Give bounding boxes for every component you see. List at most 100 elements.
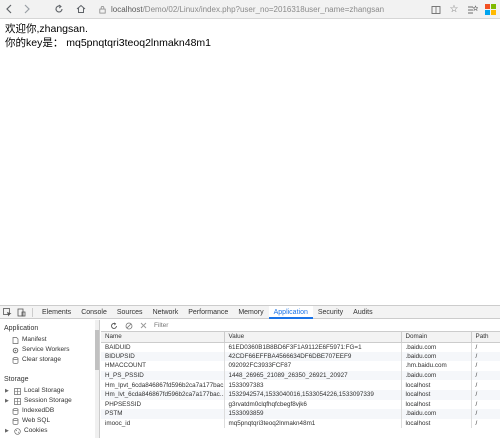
- database-icon: [12, 417, 19, 425]
- sidebar-item-label: IndexedDB: [22, 407, 55, 414]
- tab-memory[interactable]: Memory: [233, 306, 268, 319]
- cookies-panel: Name Value Domain Path BAIDUID 61ED0360B…: [101, 320, 500, 438]
- tab-sources[interactable]: Sources: [112, 306, 148, 319]
- database-icon: [12, 407, 19, 415]
- cookie-domain: .baidu.com: [401, 342, 472, 352]
- key-text: 你的key是： mq5pnqtqri3teoq2lnmakn48m1: [5, 37, 212, 49]
- expand-arrow-icon[interactable]: ▶: [5, 426, 11, 436]
- cookie-path: /: [471, 409, 500, 419]
- clear-icon[interactable]: [124, 321, 133, 330]
- cookie-path: /: [471, 380, 500, 390]
- table-row[interactable]: BIDUPSID 42CDF66EFFBA4566634DF6DBE707EEF…: [101, 351, 500, 362]
- lock-icon: [99, 6, 106, 14]
- table-row[interactable]: PSTM 1533093859 .baidu.com /: [101, 409, 500, 419]
- star-icon[interactable]: ☆: [448, 4, 460, 16]
- cookie-path: /: [471, 389, 500, 400]
- sidebar-item-clear-storage[interactable]: Clear storage: [0, 355, 99, 365]
- inspect-element-icon[interactable]: [0, 306, 14, 319]
- cookie-name: H_PS_PSSID: [101, 370, 225, 381]
- favorites-icon[interactable]: [466, 4, 478, 16]
- sidebar-heading-application: Application: [4, 325, 39, 332]
- cookie-value: 092092FC3933FCF87: [224, 361, 402, 371]
- tab-network[interactable]: Network: [148, 306, 184, 319]
- cookie-path: /: [471, 342, 500, 352]
- forward-icon[interactable]: [18, 0, 36, 19]
- cookie-domain: localhost: [401, 399, 472, 410]
- sidebar-item-label: Local Storage: [24, 387, 65, 394]
- sidebar-item-session-storage[interactable]: ▶ Session Storage: [0, 396, 99, 406]
- device-toolbar-icon[interactable]: [14, 306, 28, 319]
- cookie-value: 1448_26965_21089_26350_26921_20927: [224, 370, 402, 381]
- cookie-value: mq5pnqtqri3teoq2lnmakn48m1: [224, 418, 402, 429]
- expand-arrow-icon[interactable]: ▶: [5, 386, 11, 396]
- home-icon[interactable]: [72, 0, 90, 19]
- sidebar-item-indexeddb[interactable]: IndexedDB: [0, 406, 99, 416]
- address-bar[interactable]: localhost/Demo/02/Linux/index.php?user_n…: [98, 2, 388, 17]
- url-path: /Demo/02/Linux/index.php?user_no=2016318…: [142, 5, 385, 14]
- reload-icon[interactable]: [50, 0, 68, 19]
- delete-icon[interactable]: [139, 321, 148, 330]
- cookie-domain: .baidu.com: [401, 409, 472, 419]
- table-row[interactable]: H_PS_PSSID 1448_26965_21089_26350_26921_…: [101, 370, 500, 381]
- application-sidebar: Application Manifest Service Workers Cle…: [0, 320, 100, 438]
- cookie-domain: localhost: [401, 418, 472, 429]
- sidebar-item-local-storage[interactable]: ▶ Local Storage: [0, 386, 99, 396]
- grid-icon: [14, 397, 21, 405]
- toolbar-actions: ☆: [430, 1, 496, 18]
- grid-icon: [14, 387, 21, 395]
- tab-console[interactable]: Console: [76, 306, 112, 319]
- cookie-value: 1533097383: [224, 380, 402, 390]
- sidebar-item-web-sql[interactable]: Web SQL: [0, 416, 99, 426]
- table-row[interactable]: Hm_lvt_6cda846867fd596b2ca7a177bac... 15…: [101, 389, 500, 400]
- sidebar-item-label: Web SQL: [22, 417, 51, 424]
- sidebar-item-label: Service Workers: [22, 346, 70, 353]
- table-row[interactable]: imooc_id mq5pnqtqri3teoq2lnmakn48m1 loca…: [101, 418, 500, 429]
- tab-application[interactable]: Application: [268, 305, 313, 319]
- expand-arrow-icon[interactable]: ▶: [5, 396, 11, 406]
- tab-elements[interactable]: Elements: [37, 306, 76, 319]
- table-row[interactable]: BAIDUID 61ED0360B1B8BD6F3F1A9112E6F5971:…: [101, 342, 500, 352]
- cookie-name: BAIDUID: [101, 342, 225, 352]
- file-icon: [12, 336, 19, 344]
- table-row[interactable]: Hm_lpvt_6cda846867fd596b2ca7a177bac... 1…: [101, 380, 500, 390]
- scrollbar-thumb[interactable]: [95, 330, 99, 370]
- sidebar-item-cookies[interactable]: ▶ Cookies: [0, 426, 99, 436]
- table-header-row: Name Value Domain Path: [101, 332, 500, 343]
- cookie-name: HMACCOUNT: [101, 361, 225, 371]
- back-icon[interactable]: [0, 0, 18, 19]
- column-header-name[interactable]: Name: [101, 332, 225, 343]
- tab-performance[interactable]: Performance: [183, 306, 233, 319]
- gear-icon: [12, 347, 19, 353]
- sidebar-scrollbar[interactable]: [95, 320, 99, 438]
- sidebar-heading-storage: Storage: [4, 376, 29, 383]
- cookies-table: Name Value Domain Path BAIDUID 61ED0360B…: [101, 332, 500, 429]
- toolbar-divider: [32, 307, 33, 317]
- sidebar-item-manifest[interactable]: Manifest: [0, 335, 99, 345]
- column-header-path[interactable]: Path: [471, 332, 500, 343]
- table-row[interactable]: PHPSESSID g3rvatdm0clqfhqfcbegf8vjk6 loc…: [101, 399, 500, 410]
- devtools-panel: Elements Console Sources Network Perform…: [0, 305, 500, 438]
- column-header-value[interactable]: Value: [224, 332, 402, 343]
- cookie-path: /: [471, 351, 500, 362]
- browser-toolbar: localhost/Demo/02/Linux/index.php?user_n…: [0, 0, 500, 19]
- cookie-value: 1532942574,1533040016,1533054226,1533097…: [224, 389, 402, 400]
- cookie-name: Hm_lvt_6cda846867fd596b2ca7a177bac...: [101, 389, 225, 400]
- cookie-path: /: [471, 361, 500, 371]
- cookie-name: imooc_id: [101, 418, 225, 429]
- sidebar-item-label: Session Storage: [24, 397, 72, 404]
- tab-security[interactable]: Security: [313, 306, 348, 319]
- sidebar-item-service-workers[interactable]: Service Workers: [0, 345, 99, 355]
- cookie-path: /: [471, 418, 500, 429]
- column-header-domain[interactable]: Domain: [401, 332, 472, 343]
- cookie-value: 61ED0360B1B8BD6F3F1A9112E6F5971:FG=1: [224, 342, 402, 352]
- cookie-path: /: [471, 370, 500, 381]
- table-row[interactable]: HMACCOUNT 092092FC3933FCF87 .hm.baidu.co…: [101, 361, 500, 371]
- filter-input[interactable]: [154, 321, 314, 330]
- refresh-icon[interactable]: [109, 321, 118, 330]
- cookie-value: 42CDF66EFFBA4566634DF6DBE707EEF9: [224, 351, 402, 362]
- windows-icon[interactable]: [484, 4, 496, 16]
- reader-icon[interactable]: [430, 4, 442, 16]
- cookie-domain: localhost: [401, 380, 472, 390]
- sidebar-item-label: Clear storage: [22, 356, 62, 363]
- tab-audits[interactable]: Audits: [348, 306, 377, 319]
